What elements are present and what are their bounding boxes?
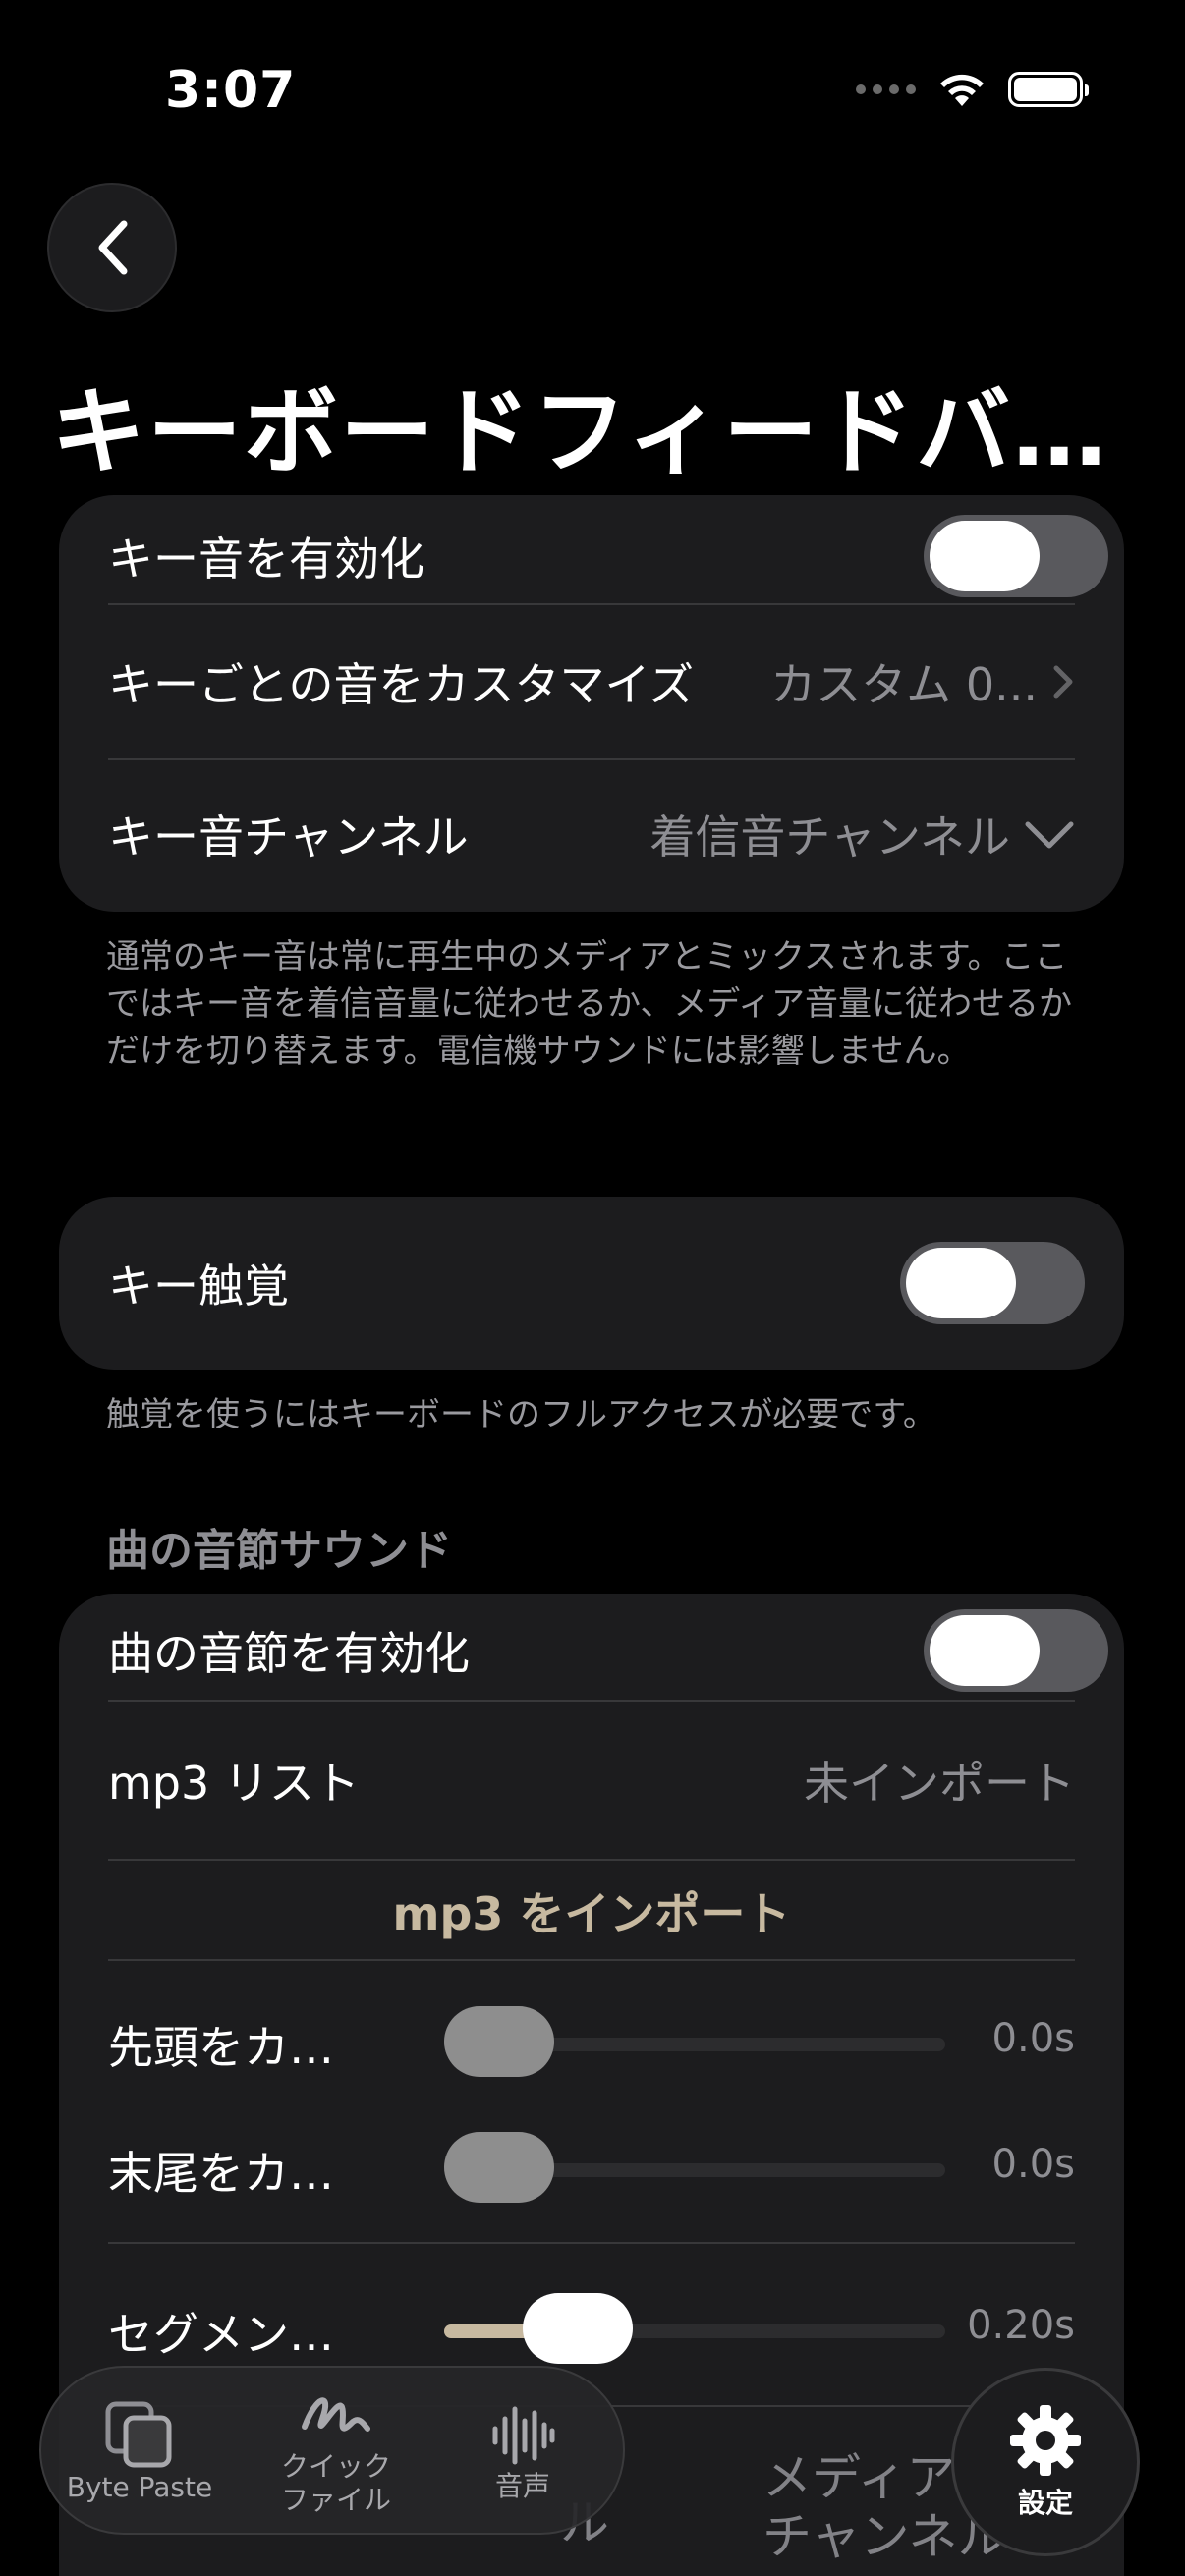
channel-label: キー音チャンネル bbox=[108, 811, 469, 864]
section-title: 曲の音節サウンド bbox=[106, 1526, 452, 1576]
key-sound-note: 通常のキー音は常に再生中のメディアとミックスされます。ここではキー音を着信音量に… bbox=[106, 937, 1072, 1071]
mp3-list-value: 未インポート bbox=[804, 1757, 1075, 1810]
tab-label: 設定 bbox=[1017, 2487, 1073, 2519]
slider-value: 0.0s bbox=[991, 2016, 1075, 2061]
syllable-toggle[interactable] bbox=[924, 1609, 1108, 1692]
slider-thumb[interactable] bbox=[522, 2293, 633, 2364]
scribble-icon bbox=[302, 2397, 370, 2432]
chevron-down-icon bbox=[1025, 821, 1074, 849]
copy-icon bbox=[105, 2401, 172, 2468]
customize-label: キーごとの音をカスタマイズ bbox=[108, 658, 695, 711]
mp3-list-label: mp3 リスト bbox=[108, 1757, 360, 1810]
slider-value: 0.0s bbox=[991, 2142, 1075, 2187]
segment-slider-row: セグメン… 0.20s bbox=[108, 2289, 1075, 2368]
tab-label: 音声 bbox=[494, 2470, 550, 2502]
tab-label: クイック ファイル bbox=[280, 2450, 391, 2516]
key-sound-channel-row[interactable]: キー音チャンネル 着信音チャンネル bbox=[108, 760, 1075, 908]
key-sound-card: キー音を有効化 キーごとの音をカスタマイズ カスタム 0... キー音チャンネル… bbox=[59, 495, 1124, 912]
back-button[interactable] bbox=[47, 183, 177, 312]
slider-label: 先頭をカ… bbox=[108, 2021, 334, 2074]
gear-icon bbox=[1010, 2405, 1081, 2476]
key-sound-enable-row: キー音を有効化 bbox=[108, 505, 1108, 607]
slider-value: 0.20s bbox=[967, 2303, 1075, 2348]
tab-quick-file[interactable]: クイック ファイル bbox=[238, 2368, 434, 2537]
slider-thumb[interactable] bbox=[444, 2132, 554, 2203]
slider-label: 末尾をカ… bbox=[108, 2147, 334, 2200]
haptic-label: キー触覚 bbox=[108, 1260, 289, 1313]
tab-bar: Byte Paste クイック ファイル 音声 bbox=[39, 2366, 625, 2535]
cellular-dots-icon bbox=[856, 84, 916, 94]
haptic-card: キー触覚 bbox=[59, 1197, 1124, 1370]
import-mp3-button[interactable]: mp3 をインポート bbox=[59, 1878, 1124, 1943]
customize-value: カスタム 0... bbox=[770, 658, 1038, 711]
key-sound-enable-label: キー音を有効化 bbox=[108, 532, 424, 586]
chevron-right-icon bbox=[1053, 665, 1073, 699]
trim-start-slider-row: 先頭をカ… 0.0s bbox=[108, 2002, 1075, 2081]
customize-key-sound-row[interactable]: キーごとの音をカスタマイズ カスタム 0... bbox=[108, 605, 1075, 758]
mp3-list-row[interactable]: mp3 リスト 未インポート bbox=[108, 1702, 1075, 1859]
status-indicators bbox=[856, 71, 1089, 108]
slider-track[interactable] bbox=[444, 2324, 945, 2338]
trim-end-slider-row: 末尾をカ… 0.0s bbox=[108, 2128, 1075, 2207]
chevron-left-icon bbox=[98, 220, 128, 275]
syllable-enable-label: 曲の音節を有効化 bbox=[108, 1627, 470, 1680]
slider-thumb[interactable] bbox=[444, 2006, 554, 2077]
haptic-row: キー触覚 bbox=[108, 1197, 1085, 1370]
status-time: 3:07 bbox=[165, 61, 297, 120]
page-title: キーボードフィードバ… bbox=[51, 377, 1109, 487]
haptic-toggle[interactable] bbox=[900, 1242, 1085, 1324]
haptic-note: 触覚を使うにはキーボードのフルアクセスが必要です。 bbox=[106, 1395, 936, 1434]
battery-icon bbox=[1008, 72, 1089, 107]
tab-byte-paste[interactable]: Byte Paste bbox=[41, 2368, 238, 2537]
slider-label: セグメン… bbox=[108, 2308, 334, 2361]
tab-label: Byte Paste bbox=[66, 2471, 213, 2503]
channel-value: 着信音チャンネル bbox=[649, 811, 1010, 864]
key-sound-toggle[interactable] bbox=[924, 515, 1108, 597]
wifi-icon bbox=[940, 74, 984, 106]
tab-settings[interactable]: 設定 bbox=[951, 2368, 1140, 2556]
waveform-icon bbox=[492, 2406, 555, 2465]
tab-voice[interactable]: 音声 bbox=[424, 2368, 621, 2537]
syllable-enable-row: 曲の音節を有効化 bbox=[108, 1599, 1108, 1702]
